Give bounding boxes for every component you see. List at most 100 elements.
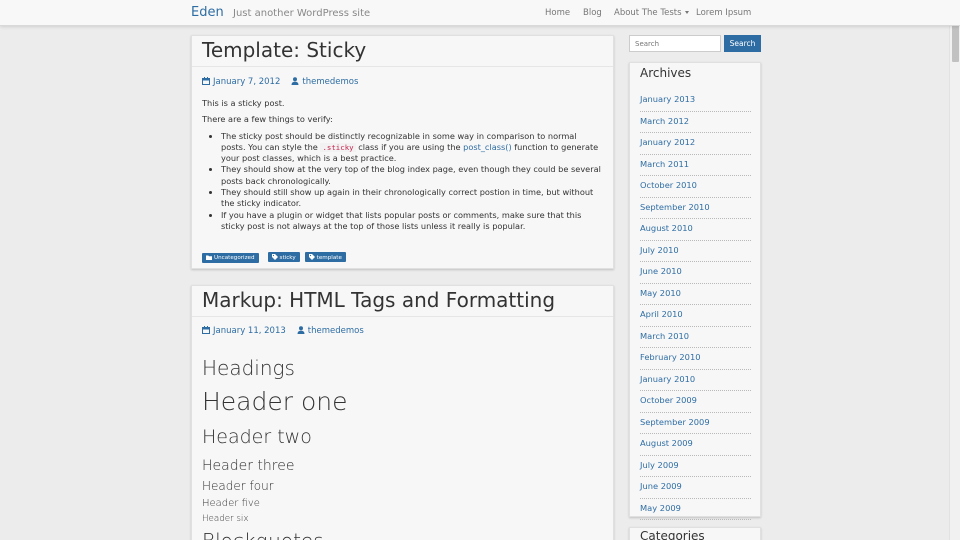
- archive-list-item: January 2013: [640, 90, 751, 112]
- post-paragraph: This is a sticky post.: [202, 98, 285, 108]
- archive-list-item: October 2010: [640, 176, 751, 198]
- archive-link[interactable]: March 2012: [640, 116, 689, 126]
- archive-link[interactable]: May 2010: [640, 288, 681, 298]
- archive-link[interactable]: October 2009: [640, 395, 697, 405]
- archive-list-item: May 2010: [640, 284, 751, 305]
- archive-link[interactable]: March 2010: [640, 331, 689, 341]
- archive-list-item: January 2012: [640, 133, 751, 155]
- top-navbar: Eden Just another WordPress site Home Bl…: [0, 0, 960, 26]
- archive-list-item: September 2009: [640, 413, 751, 434]
- post-author-link[interactable]: themedemos: [308, 326, 364, 336]
- nav-blog-link[interactable]: Blog: [583, 8, 602, 18]
- categories-widget: Categories: [629, 527, 761, 540]
- archive-list-item: February 2010: [640, 348, 751, 370]
- post-card-markup: Markup: HTML Tags and Formatting January…: [191, 285, 614, 540]
- tag-label: sticky: [279, 255, 296, 261]
- post-date-link[interactable]: January 7, 2012: [213, 77, 280, 87]
- post-title[interactable]: Template: Sticky: [202, 38, 366, 62]
- heading-six: Header six: [202, 514, 249, 524]
- archives-title: Archives: [640, 66, 692, 80]
- heading-three: Header three: [202, 458, 295, 474]
- archive-link[interactable]: February 2010: [640, 352, 701, 362]
- tag-icon: [308, 254, 315, 260]
- archive-link[interactable]: March 2011: [640, 159, 689, 169]
- archive-link[interactable]: January 2013: [640, 94, 695, 104]
- post-content: This is a sticky post. There are a few t…: [202, 98, 603, 232]
- categories-title: Categories: [640, 529, 705, 540]
- archive-link[interactable]: August 2009: [640, 438, 693, 448]
- nav-about-label: About The Tests: [614, 8, 682, 18]
- title-divider: [192, 316, 613, 317]
- user-icon: [291, 77, 299, 85]
- archive-list-item: July 2009: [640, 456, 751, 477]
- tag-badge[interactable]: template: [304, 252, 346, 262]
- category-label: Uncategorized: [214, 255, 255, 261]
- category-badge[interactable]: Uncategorized: [202, 253, 259, 263]
- tag-label: template: [316, 255, 342, 261]
- headings-section-title: Headings: [202, 356, 295, 380]
- search-input[interactable]: [629, 35, 721, 52]
- archive-link[interactable]: July 2009: [640, 460, 679, 470]
- calendar-icon: [202, 77, 210, 85]
- caret-down-icon: [684, 11, 689, 14]
- post-title[interactable]: Markup: HTML Tags and Formatting: [202, 288, 555, 312]
- archive-list-item: June 2009: [640, 477, 751, 499]
- list-item: They should still show up again in their…: [221, 187, 603, 210]
- archive-list-item: October 2009: [640, 391, 751, 413]
- archive-list-item: May 2009: [640, 499, 751, 520]
- archive-link[interactable]: September 2009: [640, 417, 710, 427]
- list-item: The sticky post should be distinctly rec…: [221, 131, 603, 165]
- archive-link[interactable]: April 2010: [640, 309, 683, 319]
- title-divider: [192, 66, 613, 67]
- tag-icon: [271, 254, 278, 260]
- archive-list-item: March 2011: [640, 155, 751, 176]
- heading-five: Header five: [202, 498, 260, 509]
- nav-home-link[interactable]: Home: [545, 8, 570, 18]
- archive-list-item: March 2010: [640, 327, 751, 348]
- archives-widget: Archives January 2013 March 2012 January 2…: [629, 62, 761, 520]
- heading-two: Header two: [202, 426, 312, 448]
- search-button[interactable]: Search: [724, 35, 761, 52]
- archive-list-item: August 2009: [640, 434, 751, 456]
- site-tagline: Just another WordPress site: [233, 8, 371, 19]
- archive-list-item: January 2010: [640, 370, 751, 391]
- nav-about-dropdown[interactable]: About The Tests: [614, 8, 689, 18]
- heading-four: Header four: [202, 479, 274, 493]
- list-item-text: class if you are using the: [355, 141, 464, 152]
- inline-code: .sticky: [320, 142, 356, 152]
- tag-badge[interactable]: sticky: [267, 252, 300, 262]
- list-item: They should show at the very top of the …: [221, 164, 603, 187]
- archive-list-item: August 2010: [640, 219, 751, 241]
- page-scrollbar[interactable]: [949, 0, 960, 540]
- archive-list-item: April 2010: [640, 305, 751, 327]
- archive-list-item: September 2010: [640, 198, 751, 219]
- calendar-icon: [202, 326, 210, 334]
- archive-list-item: July 2010: [640, 241, 751, 262]
- archive-link[interactable]: July 2010: [640, 245, 679, 255]
- blockquotes-section-title: Blockquotes: [202, 529, 324, 540]
- archive-link[interactable]: June 2009: [640, 481, 682, 491]
- post-paragraph: There are a few things to verify:: [202, 114, 333, 125]
- post-meta: January 7, 2012 themedemos: [202, 77, 358, 87]
- archive-link[interactable]: January 2012: [640, 137, 695, 147]
- archive-link[interactable]: June 2010: [640, 266, 682, 276]
- post-meta: January 11, 2013 themedemos: [202, 326, 364, 336]
- archive-link[interactable]: January 2010: [640, 374, 695, 384]
- post-card-sticky: Template: Sticky January 7, 2012 themedem…: [191, 35, 614, 269]
- post-taxonomy: Uncategorized sticky template: [202, 244, 351, 263]
- heading-one: Header one: [202, 387, 348, 416]
- archive-link[interactable]: September 2010: [640, 202, 710, 212]
- nav-lorem-link[interactable]: Lorem Ipsum: [696, 8, 751, 18]
- post-date-link[interactable]: January 11, 2013: [213, 326, 286, 336]
- site-brand-link[interactable]: Eden: [191, 5, 224, 20]
- archive-list-item: June 2010: [640, 262, 751, 284]
- archive-list-item: March 2012: [640, 112, 751, 133]
- archive-link[interactable]: October 2010: [640, 180, 697, 190]
- post-class-link[interactable]: post_class(): [463, 142, 512, 152]
- list-item: If you have a plugin or widget that list…: [221, 210, 603, 233]
- post-author-link[interactable]: themedemos: [302, 77, 358, 87]
- archive-link[interactable]: May 2009: [640, 503, 681, 513]
- post-bullet-list: The sticky post should be distinctly rec…: [202, 131, 603, 233]
- archive-list: January 2013 March 2012 January 2012 March …: [640, 90, 751, 520]
- archive-link[interactable]: August 2010: [640, 223, 693, 233]
